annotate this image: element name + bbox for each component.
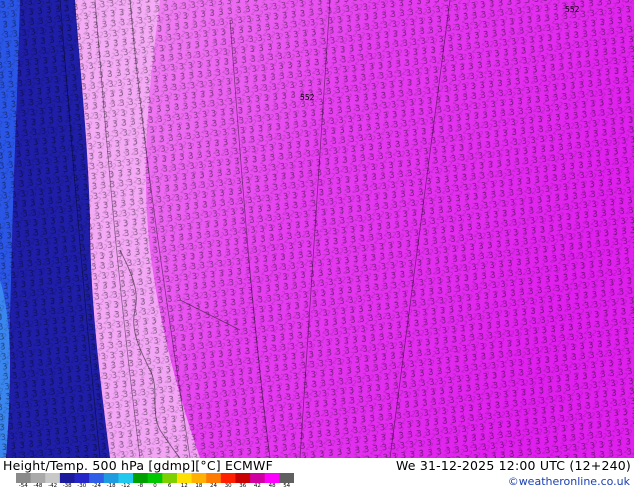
map-footer: Height/Temp. 500 hPa [gdmp][°C] ECMWF We… — [0, 458, 634, 490]
legend-tick-label: 54 — [283, 483, 291, 489]
product-title: Height/Temp. 500 hPa [gdmp][°C] ECMWF — [3, 458, 273, 473]
valid-time: We 31-12-2025 12:00 UTC (12+240) — [395, 458, 631, 473]
weather-map-screen: 3 2 552 552 Height — [0, 0, 634, 490]
legend-swatch — [279, 473, 294, 483]
legend-tick-label: -42 — [48, 483, 58, 489]
legend-swatch — [250, 473, 266, 483]
contour-label-field-secondary — [0, 0, 634, 458]
legend-swatch — [16, 473, 32, 483]
legend-tick-label: 12 — [180, 483, 188, 489]
temperature-height-map: 3 2 552 552 — [0, 0, 634, 458]
legend-swatch — [147, 473, 163, 483]
legend-swatch — [74, 473, 90, 483]
legend-swatch — [162, 473, 178, 483]
legend-tick-label: -12 — [121, 483, 131, 489]
legend-tick-label: 6 — [167, 483, 172, 489]
legend-tick-label: -54 — [18, 483, 28, 489]
legend-tick-label: -24 — [92, 483, 101, 489]
legend-tick-label: 36 — [239, 483, 247, 489]
legend-tick-label: -30 — [77, 483, 87, 489]
legend-swatch — [220, 473, 236, 483]
legend-swatch — [89, 473, 105, 483]
legend-swatch — [133, 473, 149, 483]
legend-swatch — [59, 473, 76, 483]
legend-tick-label: -48 — [33, 483, 43, 489]
legend-swatch — [103, 473, 119, 483]
color-scale-legend — [16, 473, 294, 483]
legend-swatch — [191, 473, 207, 483]
svg-text:552: 552 — [300, 93, 315, 102]
svg-text:552: 552 — [565, 5, 580, 14]
legend-tick-label: -8 — [137, 483, 144, 489]
legend-swatch — [45, 473, 61, 483]
legend-swatch — [176, 473, 193, 483]
credit-link[interactable]: ©weatheronline.co.uk — [508, 475, 630, 488]
legend-tick-label: 48 — [268, 483, 276, 489]
legend-swatch — [30, 473, 46, 483]
legend-swatch — [235, 473, 251, 483]
legend-tick-label: 0 — [153, 483, 157, 489]
legend-tick-label: 42 — [253, 483, 261, 489]
legend-tick-label: -38 — [62, 483, 72, 489]
legend-tick-label: 18 — [195, 483, 203, 489]
legend-tick-label: -18 — [106, 483, 116, 489]
legend-swatch — [264, 473, 280, 483]
legend-tick-label: 24 — [210, 483, 217, 489]
legend-tick-label: 30 — [224, 483, 232, 489]
legend-swatch — [118, 473, 134, 483]
legend-swatch — [206, 473, 222, 483]
color-scale-ticks: -54 -48 -42 -38 -30 -24 -18 -12 -8 0 6 12 18 24 30 36 42… — [0, 483, 300, 490]
